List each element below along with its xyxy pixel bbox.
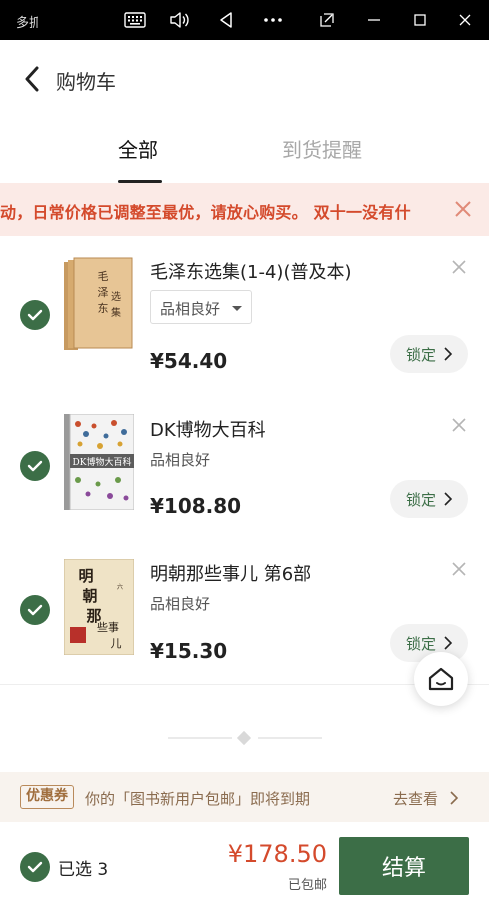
notice-banner: 动，日常价格已调整至最优，请放心购买。 双十一没有什 <box>0 183 489 236</box>
svg-text:六: 六 <box>117 583 123 591</box>
cart-item: 毛 泽 东 选 集 毛泽东选集(1-4)(普及本) 品相良好 ¥54.40 锁定 <box>0 246 489 390</box>
chevron-right-icon <box>444 492 452 506</box>
coupon-badge: 优惠券 <box>20 785 74 809</box>
total-price: ¥178.50 <box>227 840 327 868</box>
close-icon <box>452 260 466 274</box>
volume-icon[interactable] <box>166 6 194 34</box>
lock-button[interactable]: 锁定 <box>390 480 468 518</box>
coupon-view-link[interactable]: 去查看 <box>393 788 438 809</box>
home-icon <box>428 667 454 691</box>
remove-item-button[interactable] <box>450 416 468 434</box>
book-title[interactable]: DK博物大百科 <box>150 416 266 442</box>
condition-label: 品相良好 <box>150 595 211 613</box>
checkout-button[interactable]: 结算 <box>339 837 469 895</box>
page-title: 购物车 <box>56 70 116 94</box>
svg-text:DK博物大百科: DK博物大百科 <box>73 456 132 468</box>
check-icon <box>27 861 43 873</box>
tab-arrival-reminder[interactable]: 到货提醒 <box>282 134 362 163</box>
page-header: 购物车 <box>0 40 489 118</box>
back-triangle-icon[interactable] <box>212 6 240 34</box>
svg-text:东: 东 <box>98 302 109 315</box>
svg-text:儿: 儿 <box>111 637 122 650</box>
item-checkbox[interactable] <box>20 300 50 330</box>
cart-item: DK博物大百科 DK博物大百科 品相良好 ¥108.80 锁定 <box>0 392 489 536</box>
cart-item: 明 朝 那 些事 儿 六 明朝那些事儿 第6部 品相良好 ¥15.30 锁定 <box>0 536 489 680</box>
home-button[interactable] <box>414 652 468 706</box>
chevron-left-icon <box>25 66 39 92</box>
window-titlebar: 多抓鱼 <box>0 0 489 40</box>
select-all-checkbox[interactable] <box>20 852 50 882</box>
notice-close-button[interactable] <box>451 197 475 221</box>
condition-label: 品相良好 <box>150 451 211 469</box>
list-end-divider <box>168 730 322 746</box>
caret-down-icon <box>232 306 242 311</box>
svg-text:毛: 毛 <box>98 270 109 283</box>
selected-count: 已选 3 <box>58 860 109 880</box>
book-cover[interactable]: 毛 泽 东 选 集 <box>64 256 134 352</box>
minimize-icon[interactable] <box>360 6 388 34</box>
item-checkbox[interactable] <box>20 451 50 481</box>
close-icon <box>455 201 471 217</box>
maximize-icon[interactable] <box>406 6 434 34</box>
notice-text: 动，日常价格已调整至最优，请放心购买。 双十一没有什 <box>0 203 411 222</box>
item-price: ¥108.80 <box>150 494 242 518</box>
checkout-bar: 已选 3 ¥178.50 已包邮 结算 <box>0 822 489 909</box>
svg-text:选: 选 <box>111 290 121 303</box>
tab-bar: 全部 到货提醒 <box>0 118 489 184</box>
remove-item-button[interactable] <box>450 560 468 578</box>
svg-text:集: 集 <box>111 306 121 319</box>
back-button[interactable] <box>18 62 46 96</box>
chevron-right-icon <box>450 791 458 805</box>
pin-icon[interactable] <box>313 6 341 34</box>
item-checkbox[interactable] <box>20 595 50 625</box>
lock-label: 锁定 <box>406 490 437 509</box>
book-cover[interactable]: 明 朝 那 些事 儿 六 <box>63 558 135 656</box>
check-icon <box>27 460 43 472</box>
lock-label: 锁定 <box>406 634 437 653</box>
chevron-right-icon <box>444 636 452 650</box>
tab-all[interactable]: 全部 <box>118 134 158 163</box>
more-icon[interactable] <box>259 6 287 34</box>
app-title: 多抓鱼 <box>16 16 38 31</box>
book-title[interactable]: 毛泽东选集(1-4)(普及本) <box>150 258 352 284</box>
condition-dropdown[interactable]: 品相良好 <box>150 290 252 324</box>
close-icon <box>452 418 466 432</box>
chevron-right-icon <box>444 347 452 361</box>
svg-text:朝: 朝 <box>82 587 97 605</box>
svg-text:明: 明 <box>78 567 93 585</box>
shipping-note: 已包邮 <box>287 878 327 893</box>
item-price: ¥54.40 <box>150 349 228 373</box>
coupon-text: 你的「图书新用户包邮」即将到期 <box>85 790 311 808</box>
condition-label: 品相良好 <box>160 300 221 318</box>
svg-text:些事: 些事 <box>97 620 119 634</box>
check-icon <box>27 309 43 321</box>
close-icon <box>452 562 466 576</box>
check-icon <box>27 604 43 616</box>
keyboard-icon[interactable] <box>121 6 149 34</box>
svg-text:泽: 泽 <box>98 286 109 299</box>
lock-label: 锁定 <box>406 345 437 364</box>
book-title[interactable]: 明朝那些事儿 第6部 <box>150 560 311 586</box>
book-cover[interactable]: DK博物大百科 <box>64 413 135 511</box>
remove-item-button[interactable] <box>450 258 468 276</box>
lock-button[interactable]: 锁定 <box>390 335 468 373</box>
close-icon[interactable] <box>451 6 479 34</box>
item-price: ¥15.30 <box>150 639 228 663</box>
coupon-bar[interactable]: 优惠券 你的「图书新用户包邮」即将到期 去查看 <box>0 772 489 822</box>
